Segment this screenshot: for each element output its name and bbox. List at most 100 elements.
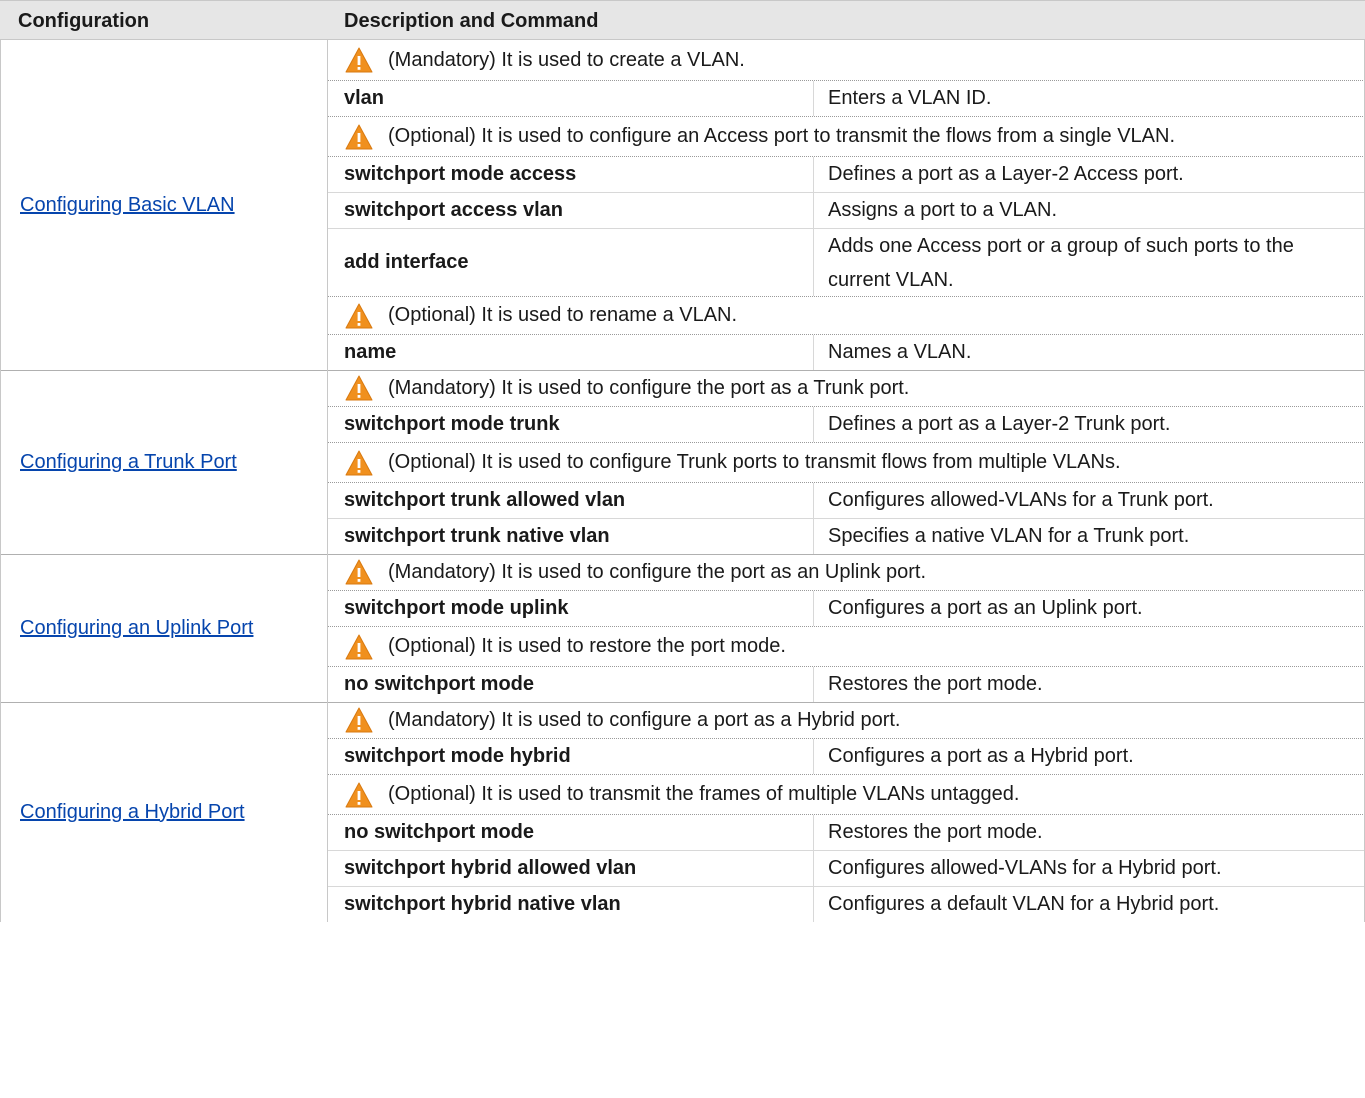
command-row: add interface Adds one Access port or a g… [328, 228, 1365, 296]
configuration-link[interactable]: Configuring an Uplink Port [20, 554, 253, 702]
command-name: switchport access vlan [344, 199, 563, 221]
command-description: Configures allowed-VLANs for a Hybrid po… [828, 857, 1222, 879]
header-description-and-command: Description and Command [344, 10, 599, 32]
command-row: switchport trunk allowed vlan Configures … [328, 482, 1365, 518]
note-row: (Optional) It is used to configure an Ac… [328, 116, 1365, 156]
note-content: (Mandatory) It is used to configure the … [328, 370, 1365, 406]
table-vertical-border [327, 40, 328, 922]
header-configuration: Configuration [18, 10, 150, 32]
command-row: name Names a VLAN. [328, 334, 1365, 370]
command-name: no switchport mode [344, 673, 534, 695]
command-description: Configures a default VLAN for a Hybrid p… [828, 893, 1220, 915]
note-content: (Optional) It is used to transmit the fr… [328, 775, 1365, 814]
command-row: switchport hybrid native vlan Configures … [328, 886, 1365, 922]
column-divider [813, 157, 814, 192]
note-text: (Optional) It is used to transmit the fr… [388, 783, 1020, 805]
note-row: (Mandatory) It is used to configure the … [328, 554, 1365, 590]
command-description: Defines a port as a Layer-2 Access port. [828, 163, 1184, 185]
command-description: Adds one Access port or a group of such … [828, 234, 1294, 291]
note-text: (Optional) It is used to configure Trunk… [388, 451, 1121, 473]
note-content: (Optional) It is used to configure an Ac… [328, 117, 1365, 156]
table-vertical-border [0, 40, 1, 922]
command-name: switchport mode uplink [344, 597, 569, 619]
column-divider [813, 483, 814, 518]
command-description: Defines a port as a Layer-2 Trunk port. [828, 413, 1171, 435]
command-name: switchport mode access [344, 163, 577, 185]
command-row: switchport mode access Defines a port as … [328, 156, 1365, 192]
command-name: add interface [344, 251, 469, 273]
note-content: (Mandatory) It is used to configure a po… [328, 702, 1365, 738]
warning-triangle-icon [345, 450, 373, 475]
command-name: switchport hybrid allowed vlan [344, 857, 637, 879]
column-divider [813, 519, 814, 554]
command-row: no switchport mode Restores the port mode… [328, 814, 1365, 850]
note-text: (Mandatory) It is used to configure the … [388, 560, 927, 583]
command-row: switchport mode uplink Configures a port … [328, 590, 1365, 626]
note-row: (Mandatory) It is used to configure the … [328, 370, 1365, 406]
note-text: (Mandatory) It is used to configure a po… [388, 708, 901, 731]
command-row: switchport mode hybrid Configures a port … [328, 738, 1365, 774]
note-row: (Optional) It is used to configure Trunk… [328, 442, 1365, 482]
warning-triangle-icon [345, 124, 373, 149]
warning-triangle-icon [345, 634, 373, 659]
column-divider [813, 81, 814, 116]
note-text: (Optional) It is used to rename a VLAN. [388, 304, 738, 326]
command-name: switchport mode hybrid [344, 745, 571, 767]
command-description: Names a VLAN. [828, 341, 972, 363]
column-divider [813, 335, 814, 370]
column-divider [813, 193, 814, 228]
command-row: vlan Enters a VLAN ID. [328, 80, 1365, 116]
command-description: Configures a port as a Hybrid port. [828, 745, 1134, 767]
command-name: name [344, 341, 397, 363]
note-content: (Mandatory) It is used to create a VLAN. [328, 40, 1365, 80]
command-description: Configures allowed-VLANs for a Trunk por… [828, 489, 1214, 511]
warning-triangle-icon [345, 559, 373, 585]
command-description: Specifies a native VLAN for a Trunk port… [828, 525, 1190, 547]
column-divider [813, 851, 814, 886]
command-row: no switchport mode Restores the port mode… [328, 666, 1365, 702]
command-name: no switchport mode [344, 821, 534, 843]
command-row: switchport mode trunk Defines a port as a… [328, 406, 1365, 442]
warning-triangle-icon [345, 782, 373, 807]
note-text: (Optional) It is used to configure an Ac… [388, 125, 1176, 147]
note-row: (Optional) It is used to transmit the fr… [328, 774, 1365, 814]
configuration-link[interactable]: Configuring a Trunk Port [20, 370, 237, 554]
note-content: (Optional) It is used to configure Trunk… [328, 443, 1365, 482]
command-name: switchport trunk allowed vlan [344, 489, 626, 511]
note-content: (Optional) It is used to restore the por… [328, 627, 1365, 666]
note-row: (Mandatory) It is used to configure a po… [328, 702, 1365, 738]
column-divider [813, 667, 814, 702]
table-header: Configuration Description and Command [0, 0, 1365, 40]
column-divider [813, 591, 814, 626]
note-row: (Optional) It is used to rename a VLAN. [328, 296, 1365, 334]
command-row: switchport hybrid allowed vlan Configures… [328, 850, 1365, 886]
warning-triangle-icon [345, 303, 373, 328]
command-name: switchport hybrid native vlan [344, 893, 621, 915]
command-description: Restores the port mode. [828, 673, 1043, 695]
command-row: switchport access vlan Assigns a port to … [328, 192, 1365, 228]
column-divider [813, 229, 814, 296]
column-divider [813, 887, 814, 922]
column-divider [813, 815, 814, 850]
column-divider [813, 407, 814, 442]
command-name: switchport mode trunk [344, 413, 560, 435]
note-text: (Mandatory) It is used to configure the … [388, 376, 910, 399]
note-text: (Optional) It is used to restore the por… [388, 635, 786, 657]
note-row: (Mandatory) It is used to create a VLAN. [328, 40, 1365, 80]
command-name: vlan [344, 87, 385, 109]
warning-triangle-icon [345, 47, 373, 73]
configuration-link[interactable]: Configuring a Hybrid Port [20, 702, 245, 922]
command-name: switchport trunk native vlan [344, 525, 610, 547]
note-row: (Optional) It is used to restore the por… [328, 626, 1365, 666]
column-divider [813, 739, 814, 774]
note-text: (Mandatory) It is used to create a VLAN. [388, 48, 745, 71]
command-row: switchport trunk native vlan Specifies a … [328, 518, 1365, 554]
command-description: Configures a port as an Uplink port. [828, 597, 1143, 619]
configuration-link[interactable]: Configuring Basic VLAN [20, 40, 235, 370]
command-description: Assigns a port to a VLAN. [828, 199, 1058, 221]
warning-triangle-icon [345, 707, 373, 733]
warning-triangle-icon [345, 375, 373, 401]
note-content: (Mandatory) It is used to configure the … [328, 554, 1365, 590]
command-description: Enters a VLAN ID. [828, 87, 992, 109]
command-description: Restores the port mode. [828, 821, 1043, 843]
